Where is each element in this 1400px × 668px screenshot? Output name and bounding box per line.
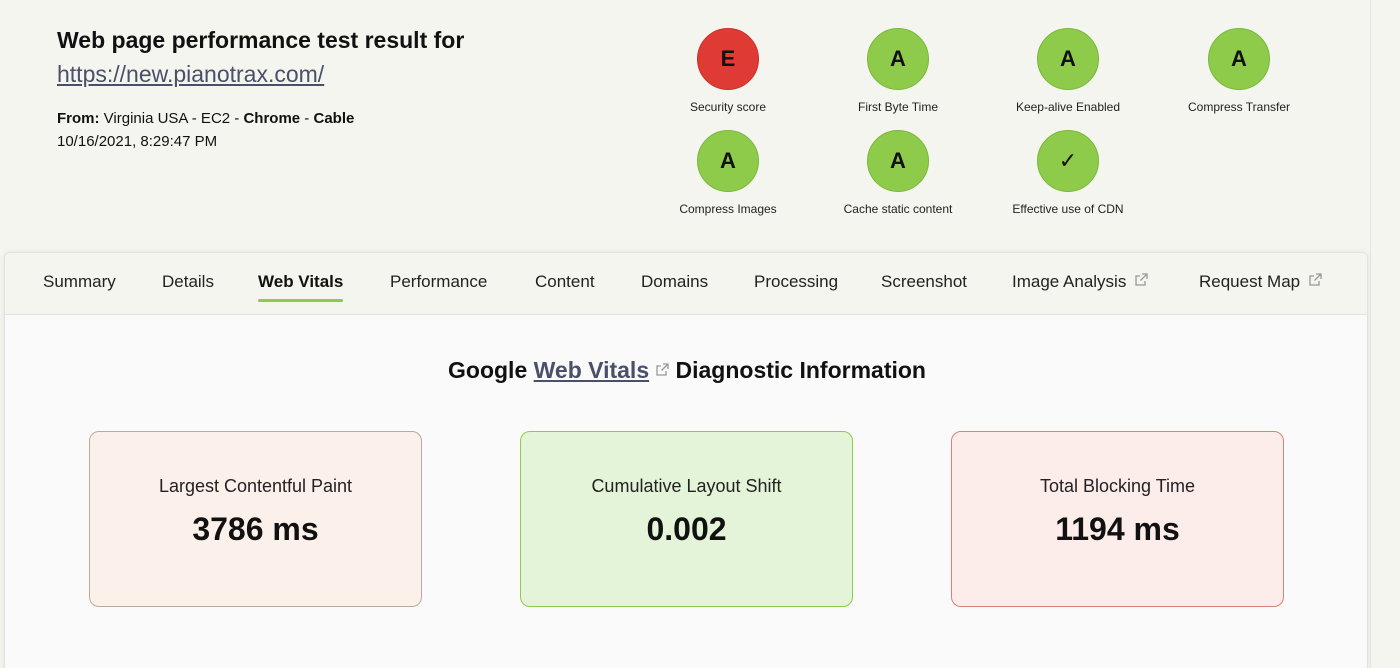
page-scrollbar[interactable]: [1370, 0, 1400, 668]
section-heading: Google Web Vitals Diagnostic Information: [5, 357, 1369, 384]
metric-name: Cumulative Layout Shift: [591, 476, 782, 496]
metric-value: 3786 ms: [192, 511, 319, 547]
test-date: 10/16/2021, 8:29:47 PM: [57, 133, 218, 150]
grade-compress-images[interactable]: A Compress Images: [643, 130, 813, 216]
external-link-icon: [1309, 272, 1322, 286]
grade-label: Compress Images: [679, 202, 777, 216]
checkmark-icon: ✓: [1037, 130, 1099, 192]
external-link-icon: [1135, 272, 1148, 286]
tab-bar: Summary Details Web Vitals Performance C…: [5, 253, 1367, 315]
grade-circle: E: [697, 28, 759, 90]
tab-domains[interactable]: Domains: [641, 272, 708, 300]
tab-image-analysis[interactable]: Image Analysis: [1012, 272, 1148, 300]
page-title: Web page performance test result for: [57, 27, 465, 53]
grade-label: Effective use of CDN: [1012, 202, 1124, 216]
grade-security-score[interactable]: E Security score: [643, 28, 813, 114]
grade-circle: A: [1208, 28, 1270, 90]
grade-label: First Byte Time: [857, 100, 938, 114]
tab-request-map[interactable]: Request Map: [1199, 272, 1322, 300]
grade-label: Cache static content: [843, 202, 953, 216]
separator: -: [300, 110, 314, 127]
test-header: Web page performance test result for htt…: [57, 26, 617, 154]
tab-web-vitals[interactable]: Web Vitals: [258, 272, 344, 302]
metric-value: 1194 ms: [1055, 511, 1180, 547]
metric-card-cls: Cumulative Layout Shift 0.002: [520, 431, 853, 607]
tab-details[interactable]: Details: [162, 272, 214, 300]
grade-keep-alive[interactable]: A Keep-alive Enabled: [983, 28, 1153, 114]
tested-url-link[interactable]: https://new.pianotrax.com/: [57, 54, 324, 94]
tab-label: Image Analysis: [1012, 272, 1127, 291]
tab-screenshot[interactable]: Screenshot: [881, 272, 967, 300]
grade-cdn[interactable]: ✓ Effective use of CDN: [983, 130, 1153, 216]
tab-performance[interactable]: Performance: [390, 272, 487, 300]
grade-label: Keep-alive Enabled: [1015, 100, 1121, 114]
browser-text: Chrome: [243, 110, 301, 127]
grade-label: Compress Transfer: [1187, 100, 1291, 114]
web-vitals-link[interactable]: Web Vitals: [534, 357, 649, 383]
tab-summary[interactable]: Summary: [43, 272, 116, 300]
grade-circle: A: [697, 130, 759, 192]
grade-compress-transfer[interactable]: A Compress Transfer: [1154, 28, 1324, 114]
metric-name: Largest Contentful Paint: [158, 476, 353, 496]
grade-circle: A: [1037, 28, 1099, 90]
metric-card-lcp: Largest Contentful Paint 3786 ms: [89, 431, 422, 607]
grade-cache-static[interactable]: A Cache static content: [813, 130, 983, 216]
connection-text: Cable: [313, 110, 355, 127]
heading-suffix: Diagnostic Information: [669, 357, 926, 383]
grade-label: Security score: [689, 100, 767, 114]
heading-prefix: Google: [448, 357, 534, 383]
results-panel: Summary Details Web Vitals Performance C…: [4, 252, 1368, 668]
external-link-icon: [656, 363, 669, 376]
tab-processing[interactable]: Processing: [754, 272, 838, 300]
metric-name: Total Blocking Time: [1039, 476, 1196, 496]
test-location: From: Virginia USA - EC2 - Chrome - Cabl…: [57, 108, 617, 130]
grade-circle: A: [867, 130, 929, 192]
from-label: From:: [57, 110, 100, 127]
grade-circle: A: [867, 28, 929, 90]
grade-first-byte-time[interactable]: A First Byte Time: [813, 28, 983, 114]
tab-content[interactable]: Content: [535, 272, 595, 300]
metric-value: 0.002: [646, 511, 727, 547]
location-text: Virginia USA - EC2 -: [99, 110, 244, 127]
tab-label: Request Map: [1199, 272, 1301, 291]
metric-card-tbt: Total Blocking Time 1194 ms: [951, 431, 1284, 607]
